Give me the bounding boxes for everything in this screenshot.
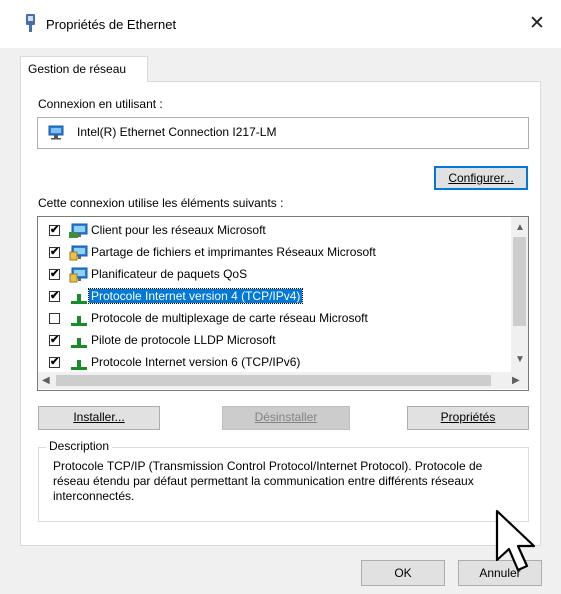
list-item[interactable]: Protocole de multiplexage de carte résea… bbox=[38, 309, 512, 331]
item-label: Partage de fichiers et imprimantes Résea… bbox=[91, 245, 376, 259]
network-service-icon bbox=[69, 267, 89, 283]
description-legend: Description bbox=[46, 439, 113, 453]
install-button[interactable]: Installer... bbox=[38, 406, 160, 430]
item-checkbox[interactable]: ✔ bbox=[49, 224, 60, 236]
scroll-down-icon[interactable]: ▼ bbox=[515, 354, 525, 365]
checkmark-icon: ✔ bbox=[50, 290, 60, 302]
item-checkbox[interactable] bbox=[49, 313, 60, 324]
vertical-scroll-thumb[interactable] bbox=[513, 237, 526, 326]
ethernet-icon bbox=[26, 14, 35, 32]
item-checkbox[interactable]: ✔ bbox=[49, 268, 60, 280]
list-item[interactable]: ✔ Planificateur de paquets QoS bbox=[38, 265, 512, 287]
checkmark-icon: ✔ bbox=[50, 356, 60, 368]
components-list[interactable]: ✔ Client pour les réseaux Microsoft ✔ Parta… bbox=[37, 216, 529, 391]
checkmark-icon: ✔ bbox=[50, 268, 60, 280]
item-label: Pilote de protocole LLDP Microsoft bbox=[91, 333, 276, 347]
configure-button[interactable]: Configurer... bbox=[434, 166, 528, 190]
window-title: Propriétés de Ethernet bbox=[46, 17, 177, 32]
checkmark-icon: ✔ bbox=[50, 224, 60, 236]
network-service-icon bbox=[69, 245, 89, 261]
item-checkbox[interactable]: ✔ bbox=[49, 334, 60, 346]
tab-label: Gestion de réseau bbox=[28, 62, 127, 76]
item-checkbox[interactable]: ✔ bbox=[49, 246, 60, 258]
item-label: Protocole Internet version 4 (TCP/IPv4) bbox=[87, 288, 304, 304]
item-checkbox[interactable]: ✔ bbox=[49, 356, 60, 368]
network-client-icon bbox=[69, 223, 89, 239]
item-checkbox[interactable]: ✔ bbox=[49, 290, 60, 302]
horizontal-scroll-thumb[interactable] bbox=[56, 375, 491, 386]
list-item[interactable]: ✔ Partage de fichiers et imprimantes Rése… bbox=[38, 243, 512, 265]
close-button[interactable]: ✕ bbox=[520, 10, 554, 38]
scroll-right-icon[interactable]: ▶ bbox=[512, 375, 520, 386]
item-label: Protocole Internet version 6 (TCP/IPv6) bbox=[91, 355, 301, 369]
description-text: Protocole TCP/IP (Transmission Control P… bbox=[53, 459, 483, 503]
protocol-icon bbox=[69, 311, 89, 327]
properties-button[interactable]: Propriétés bbox=[407, 406, 529, 430]
mouse-cursor-icon bbox=[495, 509, 536, 572]
install-label: Installer... bbox=[73, 410, 125, 424]
item-label: Client pour les réseaux Microsoft bbox=[91, 223, 266, 237]
checkmark-icon: ✔ bbox=[50, 246, 60, 258]
tab-networking[interactable]: Gestion de réseau bbox=[20, 56, 148, 82]
network-adapter-icon bbox=[48, 125, 64, 140]
list-item[interactable]: ✔ Pilote de protocole LLDP Microsoft bbox=[38, 331, 512, 353]
checkmark-icon: ✔ bbox=[50, 334, 60, 346]
item-label: Planificateur de paquets QoS bbox=[91, 267, 248, 281]
list-item[interactable]: ✔ Protocole Internet version 4 (TCP/IPv4) bbox=[38, 287, 512, 309]
components-label: Cette connexion utilise les éléments sui… bbox=[38, 196, 284, 210]
item-label: Protocole de multiplexage de carte résea… bbox=[91, 311, 368, 325]
protocol-icon bbox=[69, 333, 89, 349]
scroll-left-icon[interactable]: ◀ bbox=[42, 375, 50, 386]
scroll-up-icon[interactable]: ▲ bbox=[515, 222, 525, 233]
adapter-name: Intel(R) Ethernet Connection I217-LM bbox=[77, 125, 277, 139]
protocol-icon bbox=[69, 355, 89, 371]
connect-using-label: Connexion en utilisant : bbox=[38, 97, 163, 111]
uninstall-label: Désinstaller bbox=[254, 410, 318, 424]
properties-label: Propriétés bbox=[440, 410, 496, 424]
list-item[interactable]: ✔ Client pour les réseaux Microsoft bbox=[38, 221, 512, 243]
configure-label: Configurer... bbox=[448, 171, 514, 185]
ok-button[interactable]: OK bbox=[361, 560, 445, 586]
protocol-icon bbox=[69, 289, 89, 305]
uninstall-button: Désinstaller bbox=[222, 406, 350, 430]
